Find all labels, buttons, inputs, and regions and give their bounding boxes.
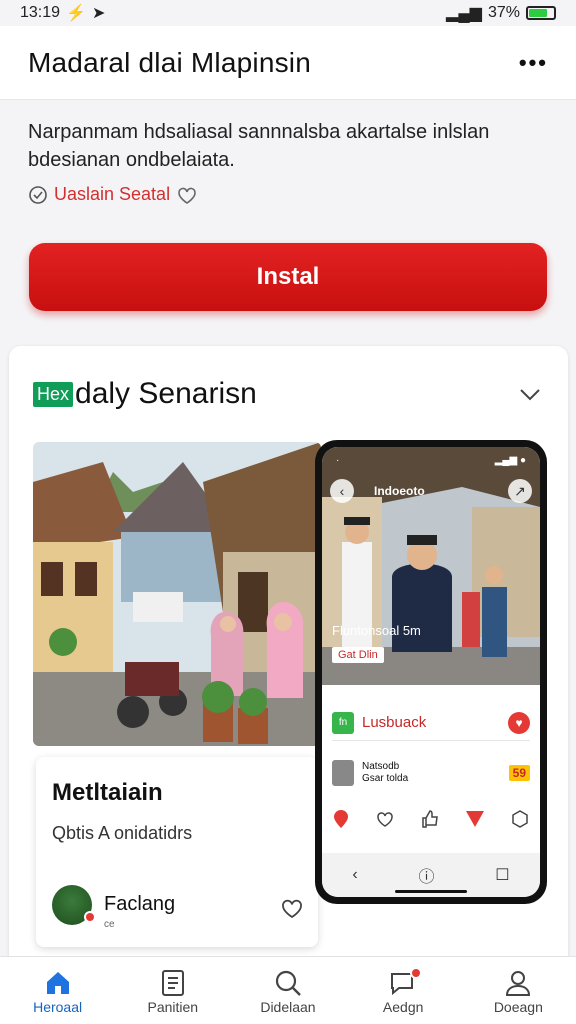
status-left: 13:19 ⚡ ➤ — [20, 3, 105, 23]
phone-caption: Fluntonsoal 5m — [332, 623, 421, 638]
search-icon — [273, 967, 303, 999]
phone-back-icon[interactable]: ‹ — [352, 866, 357, 884]
bolt-icon: ⚡ — [66, 5, 86, 22]
location-pin-icon[interactable] — [332, 809, 350, 829]
heart-icon — [178, 187, 196, 204]
nav-label-chat: Aedgn — [382, 999, 424, 1015]
badge-row[interactable]: Uaslain Seatal — [28, 184, 198, 205]
intro-line-2: bdesianan ondbelaiata. — [28, 149, 235, 171]
nav-item-document[interactable]: Panitien — [118, 967, 228, 1015]
settings-icon[interactable] — [510, 809, 530, 829]
mini-avatar — [332, 760, 354, 786]
phone-home-icon[interactable]: ⓘ — [418, 863, 434, 887]
phone-brand: Indoeoto — [374, 484, 425, 498]
intro-line-1: Narpanmam hdsaliasal sannnalsba akartals… — [28, 121, 490, 143]
heart-icon[interactable] — [280, 897, 304, 919]
new-badge: Hex — [33, 381, 74, 407]
phone-row-1-label: Lusbuack — [362, 714, 427, 731]
thumbs-up-icon[interactable] — [420, 809, 440, 829]
phone-signal-icon: ▂▄▆ ● — [494, 455, 526, 466]
nav-label-profile: Doeagn — [493, 999, 543, 1015]
shield-check-icon — [29, 185, 47, 204]
card-header: Hex daly Senarisn — [33, 374, 544, 414]
info-title: Metltaiain — [52, 779, 163, 806]
card-title-group: Hex daly Senarisn — [33, 377, 257, 411]
bottom-nav: Heroaal Panitien Didelaan Aedgn Doeagn — [0, 956, 576, 1024]
count-badge: 59 — [508, 765, 530, 781]
page-title: Madaral dlai Mlapinsin — [28, 46, 311, 78]
info-card[interactable]: Metltaiain Qbtis A onidatidrs Faclang ce — [36, 757, 318, 947]
heart-icon[interactable] — [375, 810, 395, 828]
badge-label: Uaslain Seatal — [54, 184, 171, 204]
heart-filled-icon[interactable]: ♥ — [508, 711, 530, 734]
nav-label-document: Panitien — [147, 999, 199, 1015]
home-indicator — [395, 890, 467, 893]
status-bar: 13:19 ⚡ ➤ ▂▄▆ 37% — [0, 0, 576, 26]
install-button[interactable]: Instal — [29, 243, 547, 311]
nav-item-chat[interactable]: Aedgn — [348, 967, 458, 1015]
location-icon: ➤ — [91, 5, 106, 22]
flag-icon[interactable] — [465, 810, 485, 828]
phone-row-1[interactable]: fn Lusbuack ♥ — [332, 705, 530, 741]
phone-tag: Gat Dlin — [332, 647, 384, 663]
phone-recents-icon[interactable]: ☐ — [495, 865, 509, 885]
card-title: daly Senarisn — [75, 377, 257, 410]
featured-card: Hex daly Senarisn Metltaiain Qbtis A oni… — [9, 346, 568, 986]
village-photo — [33, 442, 321, 746]
share-icon[interactable]: ↗ — [508, 479, 532, 503]
nav-item-profile[interactable]: Doeagn — [463, 967, 573, 1015]
phone-screen: · ▂▄▆ ● ‹ Indoeoto ↗ Fluntonsoal 5m Gat … — [322, 447, 540, 897]
signal-icon: ▂▄▆ — [446, 5, 482, 22]
intro-text: Narpanmam hdsaliasal sannnalsba akartals… — [28, 118, 548, 174]
app-bar: Madaral dlai Mlapinsin ••• — [0, 26, 576, 100]
document-icon — [159, 967, 187, 999]
phone-mockup: · ▂▄▆ ● ‹ Indoeoto ↗ Fluntonsoal 5m Gat … — [315, 440, 547, 904]
status-right: ▂▄▆ 37% — [446, 3, 556, 23]
author-subtext: ce — [104, 919, 115, 930]
phone-row-2-line-1: Natsodb — [362, 761, 400, 772]
back-icon[interactable]: ‹ — [330, 479, 354, 503]
chat-notification-icon — [388, 967, 423, 999]
battery-percent: 37% — [487, 4, 520, 21]
phone-action-row — [332, 809, 530, 829]
more-horizontal-icon[interactable]: ••• — [519, 50, 548, 76]
phone-status-time: · — [336, 455, 340, 466]
home-icon — [43, 967, 73, 999]
phone-row-2[interactable]: Natsodb Gsar tolda 59 — [332, 757, 530, 789]
status-time: 13:19 — [20, 4, 61, 21]
app-square-icon: fn — [332, 711, 354, 734]
info-subtitle: Qbtis A onidatidrs — [52, 823, 193, 843]
phone-status-bar: · ▂▄▆ ● — [336, 455, 526, 466]
profile-icon — [503, 967, 533, 999]
phone-top-bar: ‹ Indoeoto ↗ — [330, 479, 532, 503]
battery-icon — [526, 6, 556, 20]
nav-label-home: Heroaal — [33, 999, 83, 1015]
nav-item-search[interactable]: Didelaan — [233, 967, 343, 1015]
nav-item-home[interactable]: Heroaal — [3, 967, 113, 1015]
author-name: Faclang — [104, 893, 176, 915]
nav-label-search: Didelaan — [260, 999, 316, 1015]
avatar-status-dot — [84, 911, 96, 923]
phone-row-2-texts: Natsodb Gsar tolda — [362, 761, 501, 785]
notification-dot — [410, 967, 423, 979]
phone-row-2-line-2: Gsar tolda — [362, 773, 409, 784]
chevron-down-icon[interactable] — [516, 380, 544, 408]
